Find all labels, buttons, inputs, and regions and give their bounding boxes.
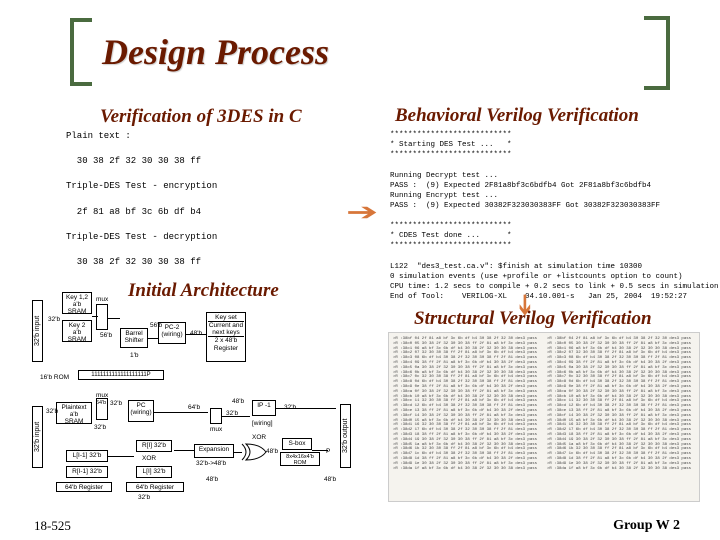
arrow-down-icon: ➔ [512,293,538,317]
arrow-right-icon: ➔ [346,198,378,227]
bracket-left-icon [70,18,92,86]
label-mux-3: mux [210,426,222,433]
label-wiring: [wiring] [252,420,273,427]
heading-initial-arch: Initial Architecture [128,280,279,302]
label-curnext: Current and next keys [208,322,244,336]
block-l-prev: L[I-1] 32'b [66,450,108,462]
label-32b-2: 32'b [46,408,58,415]
block-key2: Key 2 a'b SRAM [62,320,92,342]
label-48b-5: 48'b [324,476,336,483]
label-reg48x2: 2 x 48'b Register [208,336,244,351]
sim-col-1: >R :38bf 04 2f 81 a8 bf 3c 6b df b4 30 3… [393,337,543,497]
label-64b-2: 64'b [188,404,200,411]
block-pc: PC (wiring) [128,400,154,422]
block-rom-pattern: 1111111111111111111P [78,370,164,380]
block-expansion: Expansion [194,444,234,458]
terminal-c-output: Plain text : 30 38 2f 32 30 30 38 ff Tri… [66,130,356,269]
label-64b-1: 64'b [96,400,106,406]
block-keyset: Key set Current and next keys 2 x 48'b R… [206,312,246,362]
label-32b-4: 32'b [94,424,106,431]
heading-behavioral-verilog: Behavioral Verilog Verification [395,105,639,127]
sim-col-2: >R :38bf 04 2f 81 a8 bf 3c 6b df b4 30 3… [547,337,697,497]
label-xor-2: XOR [252,434,266,441]
label-plaintext: Plaintext [58,404,90,411]
block-r-prev: R[I-1] 32'b [66,466,108,478]
label-input-1: 32'b input [32,300,43,362]
label-mux-1: mux [96,296,108,303]
label-key12: Key 1,2 [64,294,90,301]
page-title: Design Process [102,31,329,73]
structural-sim-screenshot: >R :38bf 04 2f 81 a8 bf 3c 6b df b4 30 3… [388,332,700,502]
label-keyset: Key set [208,314,244,322]
block-barrel-shifter: Barrel Shifter [120,328,148,348]
label-key2: Key 2 [64,322,90,329]
bracket-right-icon [644,16,670,90]
label-output: 32'b output [340,404,351,468]
label-32to48: 32'b->48'b [196,460,226,467]
label-rom16: 16'b ROM [40,374,69,381]
label-ab-2: a'b [64,329,90,336]
label-ab-1: a'b [64,301,90,308]
block-key12: Key 1,2 a'b SRAM [62,292,92,314]
block-pc2: PC-2 (wiring) [158,322,186,344]
block-ip1: IP -1 [252,400,276,416]
block-plaintext: Plaintext a'b SRAM [56,402,92,424]
block-reg64-a: 64'b Register [56,482,112,492]
block-sbox: S-box [282,438,312,450]
label-32b-3: 32'b [110,400,122,407]
label-48b-2: 48'b [232,398,244,405]
label-ab-3: a'b [58,411,90,418]
label-sram-3: SRAM [58,418,90,425]
terminal-verilog-output: *************************** * Starting D… [390,130,690,302]
label-56b-2: 56'b [150,322,162,329]
block-mux-1 [96,304,108,330]
block-ri: R[I] 32'b [136,440,172,452]
label-48b-3: 48'b [266,448,278,455]
label-56b-1: 56'b [100,332,112,339]
architecture-diagram: 32'b input 32'b input 32'b output Key 1,… [34,300,364,500]
heading-verification-c: Verification of 3DES in C [100,106,302,128]
label-input-2: 32'b input [32,406,43,468]
footer-left: 18-525 [34,518,71,534]
label-32b-7: 32'b [138,494,150,501]
label-mux-2: mux [96,392,108,399]
xor-gate-icon [240,442,268,462]
label-32b-1: 32'b [48,316,60,323]
label-1b: 1'b [130,352,138,359]
slide: Design Process Verification of 3DES in C… [0,0,720,540]
label-sram-1: SRAM [64,308,90,315]
title-bar: Design Process [70,18,329,86]
label-xor-1: XOR [142,455,156,462]
footer-right: Group W 2 [613,518,680,534]
block-reg64-b: 64'b Register [126,482,184,492]
block-li: L[I] 32'b [136,466,172,478]
label-48b-4: 48'b [206,476,218,483]
label-sram-2: SRAM [64,336,90,343]
block-sbox-rom: 8x4x16x4'b ROM [280,452,320,466]
block-mux-3 [210,408,222,424]
